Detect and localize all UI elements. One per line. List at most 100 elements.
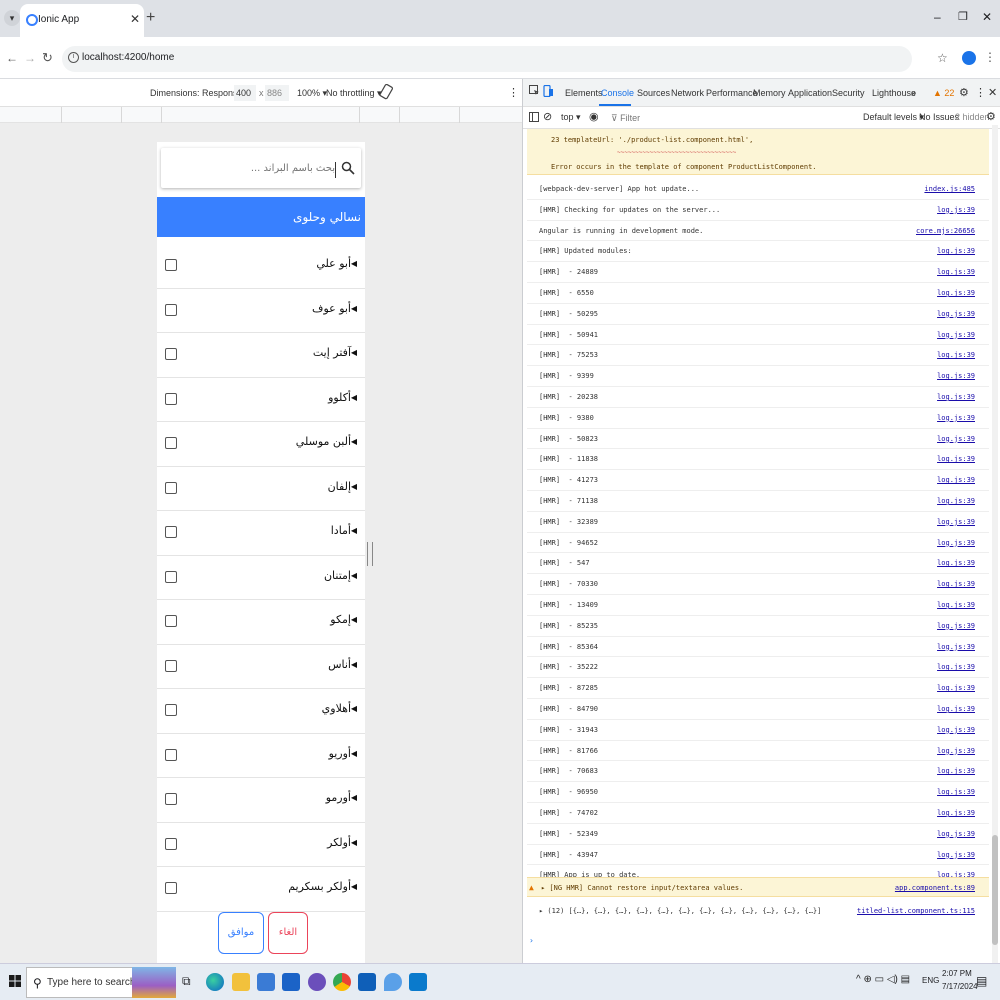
tab-console[interactable]: Console bbox=[601, 88, 634, 98]
log-source-link[interactable]: log.js:39 bbox=[937, 268, 975, 276]
log-levels-select[interactable]: Default levels ▾ bbox=[863, 112, 924, 123]
ok-button[interactable]: موافق bbox=[218, 912, 264, 954]
brand-checkbox[interactable] bbox=[165, 303, 177, 316]
issues-label[interactable]: No Issues bbox=[919, 112, 959, 122]
forward-icon[interactable]: → bbox=[24, 51, 36, 65]
brand-list-item[interactable]: ◀ أهلاوي bbox=[157, 689, 365, 734]
sidebar-toggle-icon[interactable] bbox=[529, 112, 539, 122]
device-more-icon[interactable]: ⋮ bbox=[508, 86, 519, 99]
inspect-icon[interactable] bbox=[529, 85, 540, 96]
windows-start-icon[interactable] bbox=[9, 975, 21, 987]
log-source-link[interactable]: log.js:39 bbox=[937, 622, 975, 630]
task-view-icon[interactable]: ⧉ bbox=[182, 974, 191, 989]
brand-checkbox[interactable] bbox=[165, 793, 177, 805]
log-source-link[interactable]: log.js:39 bbox=[937, 809, 975, 817]
log-source-link[interactable]: log.js:39 bbox=[937, 830, 975, 838]
log-source-link[interactable]: log.js:39 bbox=[937, 663, 975, 671]
filter-input[interactable]: ⊽ Filter bbox=[611, 110, 851, 126]
minimize-icon[interactable]: – bbox=[934, 10, 941, 24]
console-settings-icon[interactable]: ⚙ bbox=[986, 110, 996, 123]
clock-date[interactable]: 7/17/2024 bbox=[942, 982, 978, 991]
context-select[interactable]: top ▾ bbox=[561, 112, 581, 123]
array-log-row[interactable]: ▸ (12) [{…}, {…}, {…}, {…}, {…}, {…}, {…… bbox=[527, 901, 989, 923]
brand-checkbox[interactable] bbox=[165, 659, 177, 672]
log-source-link[interactable]: log.js:39 bbox=[937, 351, 975, 359]
log-source-link[interactable]: log.js:39 bbox=[937, 705, 975, 713]
log-source-link[interactable]: log.js:39 bbox=[937, 539, 975, 547]
tab-application[interactable]: Application bbox=[788, 88, 832, 98]
log-source-link[interactable]: log.js:39 bbox=[937, 497, 975, 505]
brand-list-item[interactable]: ◀ ألبن موسلي bbox=[157, 422, 365, 467]
brand-list-item[interactable]: ◀ إلفان bbox=[157, 467, 365, 511]
scrollbar-thumb[interactable] bbox=[992, 835, 998, 945]
search-input[interactable] bbox=[171, 160, 335, 176]
brand-checkbox[interactable] bbox=[165, 704, 177, 716]
browser-tab[interactable]: Ionic App ✕ bbox=[20, 4, 144, 37]
brand-checkbox[interactable] bbox=[165, 570, 177, 583]
mail-icon[interactable] bbox=[282, 973, 300, 991]
log-source-link[interactable]: log.js:39 bbox=[937, 580, 975, 588]
file-explorer-icon[interactable] bbox=[232, 973, 250, 991]
log-source-link[interactable]: log.js:39 bbox=[937, 310, 975, 318]
app-icon[interactable] bbox=[308, 973, 326, 991]
log-source-link[interactable]: log.js:39 bbox=[937, 331, 975, 339]
brand-list-item[interactable]: ◀ أكلوو bbox=[157, 378, 365, 422]
vscode-icon[interactable] bbox=[409, 973, 427, 991]
log-source-link[interactable]: log.js:39 bbox=[937, 476, 975, 484]
chrome-icon[interactable] bbox=[333, 973, 351, 991]
tab-security[interactable]: Security bbox=[832, 88, 865, 98]
rotate-icon[interactable] bbox=[379, 84, 393, 100]
outlook-icon[interactable] bbox=[358, 973, 376, 991]
brand-list-item[interactable]: ◀ أولكر بسكريم bbox=[157, 867, 365, 912]
brand-list-item[interactable]: ◀ إمكو bbox=[157, 600, 365, 645]
zoom-select[interactable]: 100% ▾ bbox=[297, 88, 327, 99]
language-indicator[interactable]: ENG bbox=[922, 976, 939, 985]
log-source-link[interactable]: log.js:39 bbox=[937, 747, 975, 755]
warning-row[interactable]: ▲ ▸ [NG HMR] Cannot restore input/textar… bbox=[527, 877, 989, 897]
log-source-link[interactable]: log.js:39 bbox=[937, 601, 975, 609]
tab-network[interactable]: Network bbox=[671, 88, 704, 98]
settings-gear-icon[interactable]: ⚙ bbox=[959, 86, 969, 99]
clock-time[interactable]: 2:07 PM bbox=[942, 969, 972, 978]
notes-icon[interactable] bbox=[384, 973, 402, 991]
log-source-link[interactable]: log.js:39 bbox=[937, 559, 975, 567]
log-source-link[interactable]: log.js:39 bbox=[937, 289, 975, 297]
brand-checkbox[interactable] bbox=[165, 259, 177, 271]
new-tab-button[interactable]: + bbox=[146, 9, 155, 27]
devtools-close-icon[interactable]: ✕ bbox=[988, 86, 997, 99]
devtools-more-icon[interactable]: ⋮ bbox=[975, 86, 986, 99]
brand-list-item[interactable]: ◀ أورمو bbox=[157, 778, 365, 823]
ruler-segment[interactable] bbox=[360, 107, 400, 123]
tab-close-icon[interactable]: ✕ bbox=[130, 12, 140, 26]
log-source-link[interactable]: index.js:485 bbox=[924, 185, 975, 193]
system-tray[interactable]: ^ ⊕ ▭ ◁) ▤ bbox=[856, 974, 910, 985]
brand-list-item[interactable]: ◀ أولكر bbox=[157, 823, 365, 867]
log-source-link[interactable]: log.js:39 bbox=[937, 393, 975, 401]
log-source-link[interactable]: log.js:39 bbox=[937, 643, 975, 651]
brand-checkbox[interactable] bbox=[165, 615, 177, 627]
brand-list-item[interactable]: ◀ أبو علي bbox=[157, 244, 365, 289]
console-prompt[interactable]: › bbox=[529, 936, 534, 945]
live-expression-icon[interactable]: ◉ bbox=[589, 110, 599, 123]
log-source-link[interactable]: app.component.ts:89 bbox=[895, 884, 975, 892]
brand-checkbox[interactable] bbox=[165, 526, 177, 538]
log-source-link[interactable]: log.js:39 bbox=[937, 788, 975, 796]
log-source-link[interactable]: log.js:39 bbox=[937, 372, 975, 380]
log-source-link[interactable]: log.js:39 bbox=[937, 247, 975, 255]
cancel-button[interactable]: الغاء bbox=[268, 912, 308, 954]
restore-icon[interactable]: ❐ bbox=[958, 10, 968, 23]
ruler-segment[interactable] bbox=[122, 107, 162, 123]
star-icon[interactable]: ☆ bbox=[937, 51, 948, 65]
log-source-link[interactable]: log.js:39 bbox=[937, 414, 975, 422]
tab-lighthouse[interactable]: Lighthouse bbox=[872, 88, 916, 98]
viewport-resize-handle[interactable] bbox=[367, 542, 373, 566]
log-source-link[interactable]: core.mjs:26656 bbox=[916, 227, 975, 235]
brand-list-item[interactable]: ◀ أناس bbox=[157, 645, 365, 689]
edge-icon[interactable] bbox=[206, 973, 224, 991]
width-input[interactable]: 400 bbox=[234, 85, 256, 101]
brand-checkbox[interactable] bbox=[165, 748, 177, 761]
tab-memory[interactable]: Memory bbox=[753, 88, 786, 98]
log-source-link[interactable]: log.js:39 bbox=[937, 726, 975, 734]
profile-icon[interactable] bbox=[962, 51, 976, 65]
tab-search-icon[interactable]: ▾ bbox=[4, 10, 20, 26]
